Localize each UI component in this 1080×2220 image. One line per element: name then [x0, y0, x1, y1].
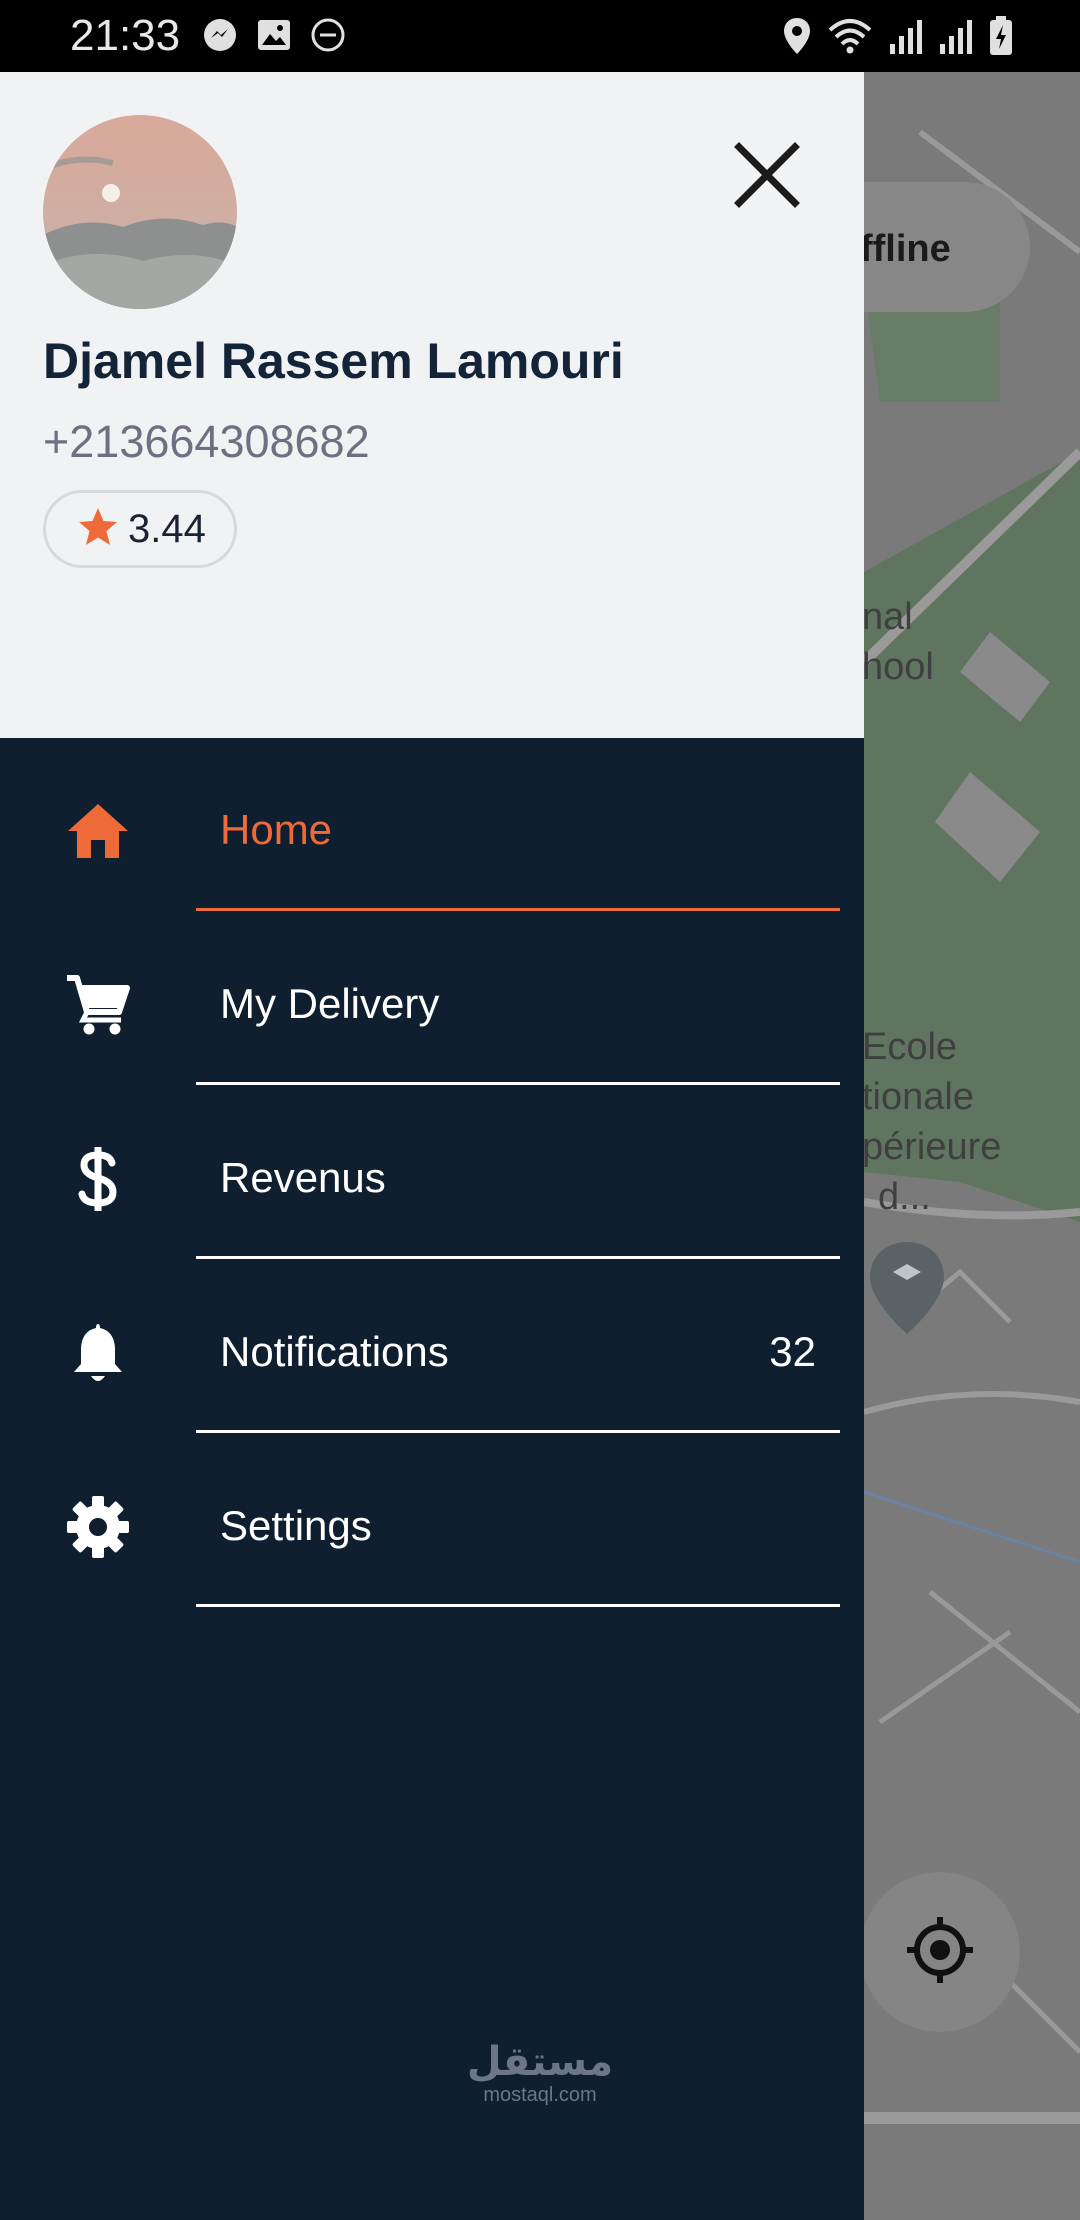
menu-item-label: Settings — [220, 1502, 372, 1549]
menu-item-label: Revenus — [220, 1154, 386, 1201]
menu-divider — [196, 908, 840, 911]
drawer-menu: Home My Delivery Revenus Notifications 3… — [0, 738, 864, 1608]
star-icon — [76, 505, 120, 554]
signal-icon — [938, 16, 974, 61]
battery-charging-icon — [988, 15, 1014, 62]
status-notification-icons — [202, 17, 346, 58]
menu-item-label: Home — [220, 806, 333, 853]
navigation-drawer: Djamel Rassem Lamouri +213664308682 3.44… — [0, 72, 864, 2220]
rating-badge: 3.44 — [43, 490, 237, 568]
menu-item-home[interactable]: Home — [0, 738, 864, 912]
menu-item-label: My Delivery — [220, 980, 440, 1027]
status-bar: 21:33 — [0, 0, 1080, 72]
status-time: 21:33 — [70, 11, 181, 60]
notification-count: 32 — [769, 1328, 816, 1375]
map-label: nal — [862, 596, 913, 638]
menu-divider — [196, 1082, 840, 1085]
map-label: hool — [862, 646, 934, 688]
bell-icon — [60, 1315, 136, 1391]
menu-divider — [196, 1604, 840, 1607]
image-icon — [256, 17, 292, 58]
status-system-icons — [782, 15, 1014, 62]
close-icon — [734, 141, 800, 213]
menu-item-notifications[interactable]: Notifications 32 — [0, 1260, 864, 1434]
cart-icon — [60, 967, 136, 1043]
map-label: d... — [878, 1176, 931, 1218]
map-label: Ecole — [862, 1026, 958, 1068]
menu-divider — [196, 1256, 840, 1259]
map-label: tionale — [862, 1076, 974, 1118]
my-location-button[interactable] — [860, 1872, 1020, 2032]
menu-item-settings[interactable]: Settings — [0, 1434, 864, 1608]
home-icon — [60, 793, 136, 869]
crosshair-icon — [905, 1915, 975, 1990]
gear-icon — [60, 1489, 136, 1565]
status-toggle-label: ffline — [860, 228, 951, 270]
dollar-icon — [60, 1141, 136, 1217]
avatar[interactable] — [43, 115, 237, 309]
rating-value: 3.44 — [128, 506, 206, 551]
close-drawer-button[interactable] — [722, 132, 812, 222]
menu-divider — [196, 1430, 840, 1433]
menu-item-revenus[interactable]: Revenus — [0, 1086, 864, 1260]
location-icon — [782, 16, 812, 61]
menu-item-label: Notifications — [220, 1328, 449, 1375]
messenger-icon — [202, 17, 238, 58]
profile-header: Djamel Rassem Lamouri +213664308682 3.44 — [0, 72, 864, 738]
user-phone: +213664308682 — [43, 416, 370, 467]
user-name: Djamel Rassem Lamouri — [43, 333, 624, 389]
wifi-icon — [826, 16, 874, 61]
do-not-disturb-icon — [310, 17, 346, 58]
menu-item-my-delivery[interactable]: My Delivery — [0, 912, 864, 1086]
map-label: périeure — [862, 1126, 1002, 1168]
signal-icon — [888, 16, 924, 61]
